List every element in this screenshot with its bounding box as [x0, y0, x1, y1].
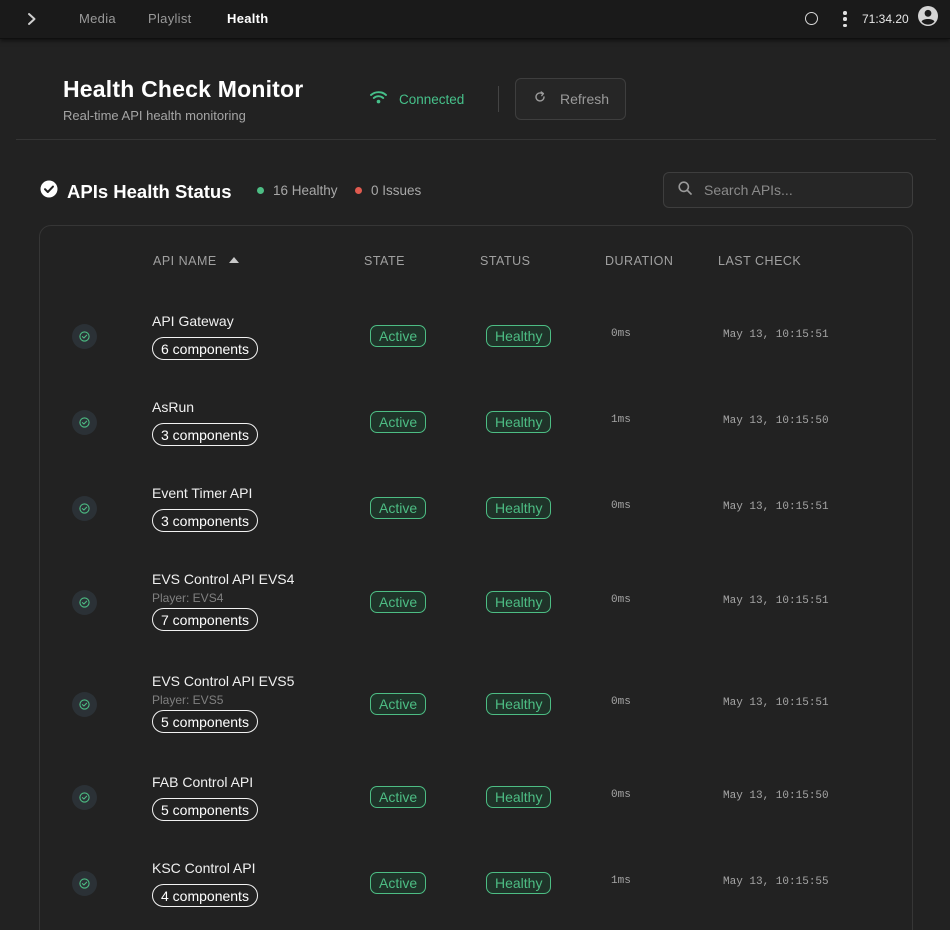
- last-check-value: May 13, 10:15:51: [723, 501, 829, 513]
- api-player: Player: EVS5: [152, 693, 224, 707]
- api-name: EVS Control API EVS5: [152, 673, 295, 689]
- healthy-label: 16 Healthy: [273, 183, 338, 198]
- circle-icon[interactable]: [805, 12, 818, 25]
- column-header-api-name[interactable]: API NAME: [153, 254, 217, 268]
- refresh-icon: [534, 90, 546, 108]
- top-bar: Media Playlist Health 71:34.20: [0, 0, 950, 39]
- search-input[interactable]: [704, 182, 894, 198]
- duration-value: 0ms: [611, 500, 631, 512]
- components-badge[interactable]: 3 components: [152, 509, 258, 532]
- status-badge: Healthy: [486, 411, 552, 433]
- search-icon: [678, 180, 692, 200]
- api-name: KSC Control API: [152, 860, 256, 876]
- components-badge[interactable]: 3 components: [152, 423, 258, 446]
- api-name: Event Timer API: [152, 485, 253, 501]
- kebab-menu-icon[interactable]: [838, 10, 852, 28]
- components-badge[interactable]: 7 components: [152, 608, 258, 631]
- api-name: API Gateway: [152, 313, 234, 329]
- state-badge: Active: [370, 411, 427, 433]
- api-name: EVS Control API EVS4: [152, 571, 295, 587]
- components-badge[interactable]: 6 components: [152, 337, 258, 360]
- components-badge[interactable]: 5 components: [152, 710, 258, 733]
- last-check-value: May 13, 10:15:50: [723, 790, 829, 802]
- state-badge: Active: [370, 325, 427, 347]
- api-player: Player: EVS4: [152, 591, 224, 605]
- column-header-status[interactable]: STATUS: [480, 254, 530, 268]
- components-badge[interactable]: 5 components: [152, 798, 258, 821]
- issues-label: 0 Issues: [371, 183, 422, 198]
- status-badge: Healthy: [486, 497, 552, 519]
- row-check-icon: [72, 692, 97, 717]
- status-badge: Healthy: [486, 325, 552, 347]
- healthy-dot: [257, 187, 264, 194]
- last-check-value: May 13, 10:15:55: [723, 876, 829, 888]
- state-badge: Active: [370, 591, 427, 613]
- account-circle-icon[interactable]: [917, 5, 939, 27]
- status-badge: Healthy: [486, 786, 552, 808]
- tab-media[interactable]: Media: [79, 11, 116, 26]
- state-badge: Active: [370, 693, 427, 715]
- refresh-label: Refresh: [560, 91, 610, 107]
- search-box[interactable]: [663, 172, 913, 208]
- chevron-right-icon[interactable]: [22, 9, 42, 29]
- duration-value: 1ms: [611, 875, 631, 887]
- api-name: FAB Control API: [152, 774, 254, 790]
- sort-ascending-icon[interactable]: [229, 257, 239, 263]
- page-subtitle: Real-time API health monitoring: [63, 108, 246, 123]
- last-check-value: May 13, 10:15:50: [723, 415, 829, 427]
- duration-value: 0ms: [611, 696, 631, 708]
- column-header-last-check[interactable]: LAST CHECK: [718, 254, 801, 268]
- row-check-icon: [72, 496, 97, 521]
- components-badge[interactable]: 4 components: [152, 884, 258, 907]
- issues-dot: [355, 187, 362, 194]
- wifi-icon: [370, 90, 387, 109]
- row-check-icon: [72, 785, 97, 810]
- header-divider: [498, 86, 499, 112]
- last-check-value: May 13, 10:15:51: [723, 595, 829, 607]
- section-title: APIs Health Status: [67, 180, 232, 202]
- healthy-count: 16 Healthy: [257, 183, 338, 198]
- state-badge: Active: [370, 786, 427, 808]
- page-title: Health Check Monitor: [63, 76, 304, 102]
- duration-value: 0ms: [611, 328, 631, 340]
- connection-status: Connected: [370, 90, 464, 109]
- connection-label: Connected: [399, 92, 465, 107]
- check-circle-icon: [40, 180, 58, 203]
- clock: 71:34.20: [862, 12, 909, 26]
- api-name: AsRun: [152, 399, 195, 415]
- tab-health[interactable]: Health: [227, 11, 269, 26]
- status-badge: Healthy: [486, 693, 552, 715]
- column-header-duration[interactable]: DURATION: [605, 254, 673, 268]
- status-badge: Healthy: [486, 591, 552, 613]
- section-header: APIs Health Status: [40, 180, 232, 203]
- duration-value: 1ms: [611, 414, 631, 426]
- row-check-icon: [72, 324, 97, 349]
- tab-playlist[interactable]: Playlist: [148, 11, 192, 26]
- state-badge: Active: [370, 872, 427, 894]
- column-header-state[interactable]: STATE: [364, 254, 405, 268]
- last-check-value: May 13, 10:15:51: [723, 329, 829, 341]
- header-separator: [16, 139, 936, 140]
- issues-count: 0 Issues: [355, 183, 421, 198]
- row-check-icon: [72, 590, 97, 615]
- row-check-icon: [72, 410, 97, 435]
- refresh-button[interactable]: Refresh: [515, 78, 626, 120]
- duration-value: 0ms: [611, 789, 631, 801]
- status-badge: Healthy: [486, 872, 552, 894]
- row-check-icon: [72, 871, 97, 896]
- state-badge: Active: [370, 497, 427, 519]
- duration-value: 0ms: [611, 594, 631, 606]
- last-check-value: May 13, 10:15:51: [723, 697, 829, 709]
